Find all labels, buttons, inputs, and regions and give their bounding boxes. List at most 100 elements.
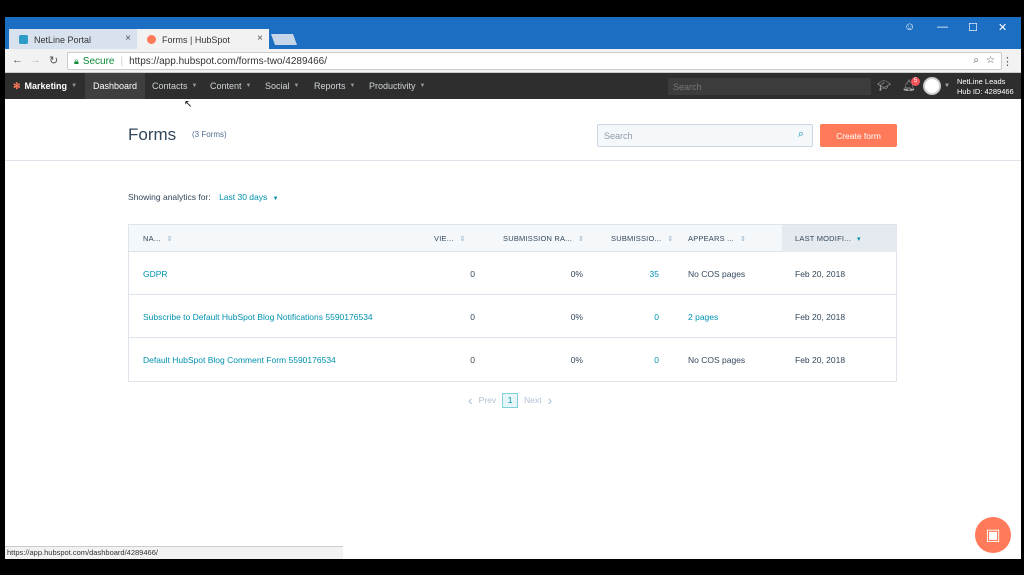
column-last-modified[interactable]: LAST MODIFI... ▾: [782, 225, 897, 252]
chevron-down-icon: ▼: [349, 83, 356, 89]
menu-kebab-icon[interactable]: ⋮: [1002, 55, 1013, 68]
new-tab-button[interactable]: [270, 34, 298, 45]
forms-count: (3 Forms): [192, 130, 227, 139]
nav-reports[interactable]: Reports ▼: [314, 73, 355, 99]
mouse-cursor-icon: ↖: [184, 99, 193, 110]
reload-icon[interactable]: ↻: [49, 54, 58, 67]
search-placeholder: Search: [604, 130, 633, 141]
column-submissions[interactable]: SUBMISSIO... ⇕: [611, 225, 673, 252]
nav-contacts[interactable]: Contacts ▼: [152, 73, 197, 99]
nav-social-label: Social: [265, 81, 290, 91]
window-close-icon[interactable]: ✕: [998, 21, 1007, 34]
sort-icon: ⇕: [166, 235, 173, 243]
page-number[interactable]: 1: [502, 392, 519, 408]
profile-icon[interactable]: ☺: [904, 21, 915, 33]
back-icon[interactable]: ←: [12, 54, 23, 66]
chevron-down-icon[interactable]: ▼: [273, 196, 279, 202]
nav-productivity-label: Productivity: [369, 81, 416, 91]
divider: |: [120, 55, 124, 67]
hubspot-nav: ✻ Marketing ▼ Dashboard Contacts ▼ Conte…: [5, 73, 1021, 99]
views-value: 0: [470, 311, 475, 322]
nav-content[interactable]: Content ▼: [210, 73, 251, 99]
analytics-filter: Showing analytics for: Last 30 days ▼: [128, 192, 279, 202]
form-name-link[interactable]: GDPR: [143, 252, 168, 295]
nav-contacts-label: Contacts: [152, 81, 188, 91]
table-row: Default HubSpot Blog Comment Form 559017…: [129, 338, 896, 381]
nav-social[interactable]: Social ▼: [265, 73, 299, 99]
column-label: VIE...: [434, 234, 454, 243]
chevron-right-icon[interactable]: ›: [548, 392, 553, 408]
status-bar: https://app.hubspot.com/dashboard/428946…: [5, 546, 343, 559]
forms-page: Forms (3 Forms) Search ⌕ Create form Sho…: [5, 99, 1021, 559]
account-info[interactable]: NetLine Leads Hub ID: 4289466: [957, 77, 1014, 97]
forward-icon[interactable]: →: [30, 54, 41, 66]
close-icon[interactable]: ×: [257, 33, 263, 44]
sort-icon: ⇕: [578, 235, 585, 243]
tab-label: NetLine Portal: [34, 34, 92, 45]
table-header: NA... ⇕ VIE... ⇕ SUBMISSION RA... ⇕ SUBM…: [129, 225, 897, 252]
column-views[interactable]: VIE... ⇕: [434, 225, 466, 252]
create-form-button[interactable]: Create form: [820, 124, 897, 147]
submissions-link[interactable]: 0: [619, 338, 659, 381]
hub-id: Hub ID: 4289466: [957, 87, 1014, 96]
chevron-down-icon: ▼: [245, 83, 252, 89]
nav-marketing[interactable]: ✻ Marketing ▼: [13, 73, 77, 99]
table-row: Subscribe to Default HubSpot Blog Notifi…: [129, 295, 896, 338]
chevron-left-icon[interactable]: ‹: [468, 392, 473, 408]
account-name: NetLine Leads: [957, 77, 1006, 86]
nav-reports-label: Reports: [314, 81, 346, 91]
search-icon[interactable]: ⌕: [798, 128, 804, 141]
forms-search-input[interactable]: Search ⌕: [597, 124, 813, 147]
tab-forms-hubspot[interactable]: Forms | HubSpot ×: [137, 29, 269, 50]
form-name-link[interactable]: Default HubSpot Blog Comment Form 559017…: [143, 338, 336, 381]
screen: NetLine Portal × Forms | HubSpot × ☺ — ☐…: [0, 0, 1024, 575]
maximize-icon[interactable]: ☐: [968, 21, 978, 34]
avatar[interactable]: [923, 77, 941, 95]
forms-table: NA... ⇕ VIE... ⇕ SUBMISSION RA... ⇕ SUBM…: [128, 224, 897, 382]
minimize-icon[interactable]: —: [937, 21, 948, 33]
nav-dashboard[interactable]: Dashboard: [85, 73, 146, 99]
submissions-link[interactable]: 35: [619, 252, 659, 295]
hubspot-search-input[interactable]: [668, 78, 871, 95]
form-name-link[interactable]: Subscribe to Default HubSpot Blog Notifi…: [143, 295, 373, 338]
academy-cap-icon[interactable]: 🎓︎: [877, 79, 891, 92]
bookmark-star-icon[interactable]: ☆: [986, 55, 995, 66]
lock-icon: 🔒︎: [74, 55, 79, 66]
zoom-icon[interactable]: ⌕: [973, 55, 979, 66]
appears-value: No COS pages: [688, 268, 746, 279]
modified-value: Feb 20, 2018: [795, 268, 846, 279]
submissions-link[interactable]: 0: [619, 295, 659, 338]
pagination: ‹ Prev 1 Next ›: [468, 392, 552, 408]
appears-link[interactable]: 2 pages: [688, 295, 718, 338]
analytics-label: Showing analytics for:: [128, 192, 211, 202]
analytics-period-dropdown[interactable]: Last 30 days: [219, 192, 267, 202]
column-submission-rate[interactable]: SUBMISSION RA... ⇕: [503, 225, 584, 252]
rate-value: 0%: [570, 354, 583, 365]
sort-icon: ⇕: [667, 235, 674, 243]
close-icon[interactable]: ×: [125, 33, 131, 44]
browser-toolbar: ← → ↻ 🔒︎ Secure | https://app.hubspot.co…: [5, 49, 1021, 73]
sort-icon: ⇕: [459, 235, 466, 243]
column-label: SUBMISSIO...: [611, 234, 662, 243]
tab-netline-portal[interactable]: NetLine Portal ×: [9, 29, 137, 50]
column-label: APPEARS ...: [688, 234, 734, 243]
browser-window: NetLine Portal × Forms | HubSpot × ☺ — ☐…: [5, 17, 1021, 559]
chevron-down-icon[interactable]: ▼: [944, 83, 950, 89]
column-appears-on[interactable]: APPEARS ... ⇕: [688, 225, 746, 252]
column-name[interactable]: NA... ⇕: [143, 225, 173, 252]
chat-icon[interactable]: ▣: [975, 517, 1011, 553]
rate-value: 0%: [570, 311, 583, 322]
chevron-down-icon: ▼: [293, 83, 300, 89]
next-button[interactable]: Next: [524, 395, 541, 405]
tab-label: Forms | HubSpot: [162, 34, 230, 45]
page-header: Forms (3 Forms) Search ⌕ Create form: [5, 99, 1021, 161]
nav-dashboard-label: Dashboard: [93, 81, 138, 91]
views-value: 0: [470, 354, 475, 365]
nav-productivity[interactable]: Productivity ▼: [369, 73, 425, 99]
hubspot-favicon-icon: [147, 35, 156, 44]
tab-strip: NetLine Portal × Forms | HubSpot × ☺ — ☐…: [5, 17, 1021, 50]
address-bar[interactable]: 🔒︎ Secure | https://app.hubspot.com/form…: [67, 52, 1002, 70]
sort-icon: ⇕: [739, 235, 747, 243]
prev-button[interactable]: Prev: [479, 395, 496, 405]
nav-content-label: Content: [210, 81, 242, 91]
